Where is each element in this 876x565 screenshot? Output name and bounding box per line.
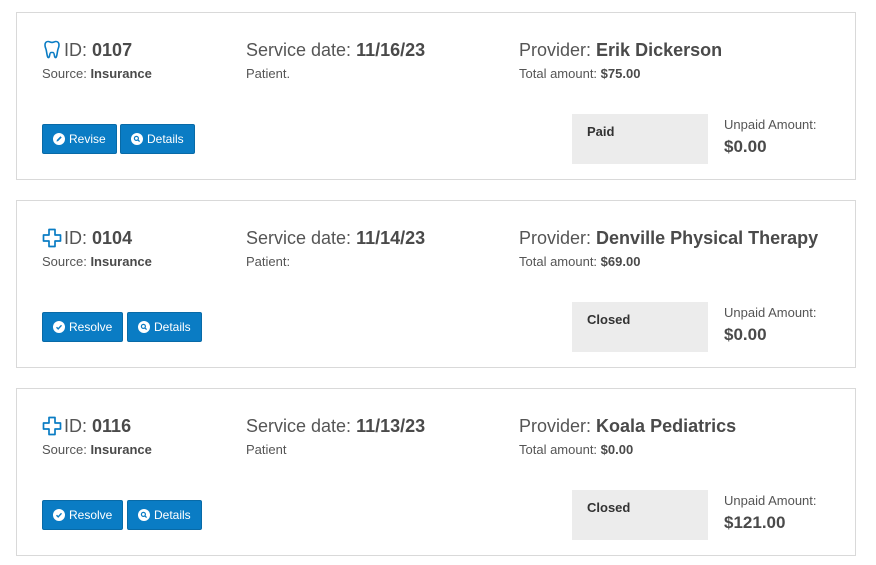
- claim-id: 0107: [92, 40, 133, 60]
- service-date-column: Service date: 11/16/23 Patient.: [246, 39, 425, 82]
- claim-id-column: ID: 0104 Source: Insurance: [42, 227, 152, 270]
- status-badge: Paid: [572, 114, 708, 164]
- id-label: ID:: [64, 416, 88, 436]
- revise-button[interactable]: Revise: [42, 124, 117, 154]
- source-value: Insurance: [90, 254, 152, 269]
- service-date-column: Service date: 11/13/23 Patient: [246, 415, 425, 458]
- resolve-button-label: Resolve: [69, 508, 113, 522]
- details-button[interactable]: Details: [127, 500, 202, 530]
- check-circle-icon: [53, 321, 65, 333]
- status-badge: Closed: [572, 490, 708, 540]
- claim-id: 0104: [92, 228, 133, 248]
- service-date-column: Service date: 11/14/23 Patient:: [246, 227, 425, 270]
- source-value: Insurance: [90, 442, 152, 457]
- tooth-icon: [42, 40, 62, 60]
- service-date-label: Service date:: [246, 228, 352, 248]
- id-label: ID:: [64, 228, 88, 248]
- id-label: ID:: [64, 40, 88, 60]
- magnifier-circle-icon: [138, 509, 150, 521]
- provider-column: Provider: Erik Dickerson Total amount: $…: [519, 39, 722, 82]
- unpaid-amount-label: Unpaid Amount:: [724, 305, 817, 320]
- total-amount: $75.00: [600, 66, 641, 81]
- details-button-label: Details: [154, 320, 191, 334]
- unpaid-amount: $0.00: [724, 137, 767, 156]
- provider-column: Provider: Koala Pediatrics Total amount:…: [519, 415, 736, 458]
- service-date: 11/16/23: [356, 40, 426, 60]
- claim-card: ID: 0116 Source: Insurance Service date:…: [16, 388, 856, 556]
- unpaid-amount: $0.00: [724, 325, 767, 344]
- unpaid-amount-label: Unpaid Amount:: [724, 493, 817, 508]
- resolve-button[interactable]: Resolve: [42, 312, 124, 342]
- resolve-button[interactable]: Resolve: [42, 500, 124, 530]
- claim-id-column: ID: 0107 Source: Insurance: [42, 39, 152, 82]
- details-button[interactable]: Details: [120, 124, 195, 154]
- provider-name: Koala Pediatrics: [596, 416, 737, 436]
- total-amount: $69.00: [600, 254, 641, 269]
- medical-cross-icon: [42, 416, 62, 436]
- medical-cross-icon: [42, 228, 62, 248]
- claim-id-column: ID: 0116 Source: Insurance: [42, 415, 152, 458]
- details-button-label: Details: [147, 132, 184, 146]
- total-label: Total amount:: [519, 442, 598, 457]
- total-amount: $0.00: [600, 442, 634, 457]
- unpaid-amount: $121.00: [724, 513, 786, 532]
- check-circle-icon: [53, 509, 65, 521]
- details-button[interactable]: Details: [127, 312, 202, 342]
- magnifier-circle-icon: [138, 321, 150, 333]
- magnifier-circle-icon: [131, 133, 143, 145]
- total-label: Total amount:: [519, 254, 598, 269]
- source-label: Source:: [42, 66, 87, 81]
- service-date-label: Service date:: [246, 416, 352, 436]
- unpaid-amount-label: Unpaid Amount:: [724, 117, 817, 132]
- details-button-label: Details: [154, 508, 191, 522]
- pencil-circle-icon: [53, 133, 65, 145]
- provider-name: Denville Physical Therapy: [596, 228, 819, 248]
- provider-label: Provider:: [519, 228, 592, 248]
- patient-label: Patient.: [246, 66, 291, 81]
- provider-column: Provider: Denville Physical Therapy Tota…: [519, 227, 818, 270]
- status-badge: Closed: [572, 302, 708, 352]
- service-date: 11/13/23: [356, 416, 426, 436]
- patient-label: Patient:: [246, 254, 291, 269]
- resolve-button-label: Resolve: [69, 320, 113, 334]
- source-label: Source:: [42, 254, 87, 269]
- provider-label: Provider:: [519, 40, 592, 60]
- source-label: Source:: [42, 442, 87, 457]
- claim-card: ID: 0104 Source: Insurance Service date:…: [16, 200, 856, 368]
- claim-card: ID: 0107 Source: Insurance Service date:…: [16, 12, 856, 180]
- total-label: Total amount:: [519, 66, 598, 81]
- provider-name: Erik Dickerson: [596, 40, 723, 60]
- service-date-label: Service date:: [246, 40, 352, 60]
- service-date: 11/14/23: [356, 228, 426, 248]
- provider-label: Provider:: [519, 416, 592, 436]
- claim-id: 0116: [92, 416, 132, 436]
- source-value: Insurance: [90, 66, 152, 81]
- patient-label: Patient: [246, 442, 287, 457]
- revise-button-label: Revise: [69, 132, 106, 146]
